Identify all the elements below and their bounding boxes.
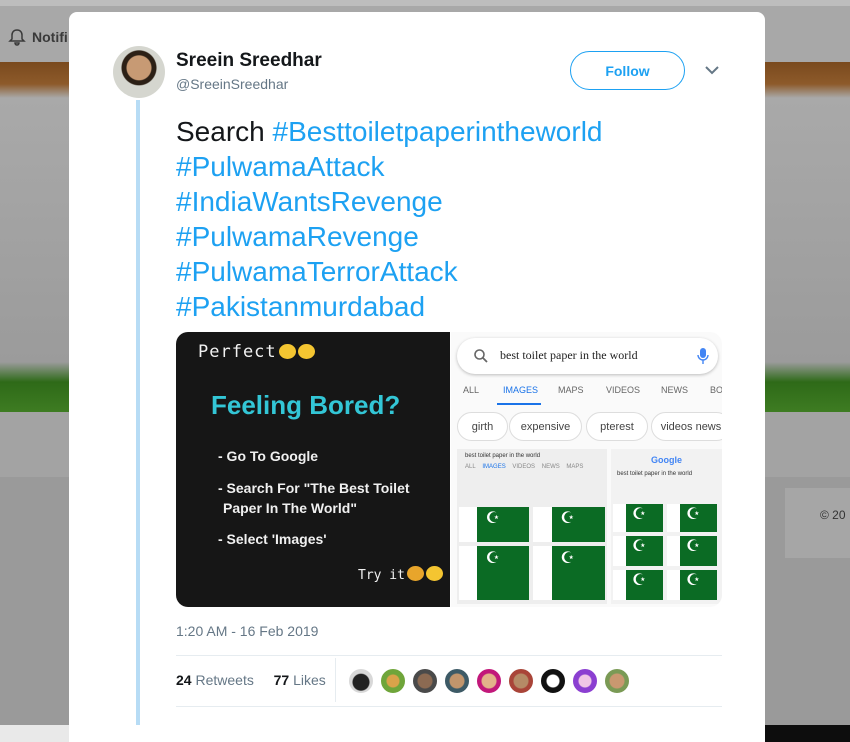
- hashtag-link[interactable]: #PulwamaTerrorAttack: [176, 254, 736, 289]
- google-result-thumbnail: best toilet paper in the world ALL IMAGE…: [457, 449, 607, 604]
- tweet-text: Search #Besttoiletpaperintheworld #Pulwa…: [176, 114, 736, 324]
- laughing-emoji-icon: [425, 566, 443, 581]
- mini-tabs: ALL IMAGES VIDEOS NEWS MAPS: [465, 464, 583, 470]
- tweet-image-meme[interactable]: Perfect Feeling Bored? - Go To Google - …: [176, 332, 450, 607]
- meme-try-it: Try it: [358, 566, 443, 583]
- meme-bullet: - Go To Google: [218, 448, 319, 464]
- hashtag-link[interactable]: #PulwamaAttack: [176, 149, 736, 184]
- flag-image: [613, 570, 663, 600]
- liker-avatars: [348, 668, 630, 694]
- chevron-down-icon[interactable]: [704, 62, 720, 78]
- stats-separator: [335, 658, 336, 702]
- tweet-image-google-screenshot[interactable]: best toilet paper in the world ALL IMAGE…: [451, 332, 722, 607]
- liker-avatar[interactable]: [412, 668, 438, 694]
- liker-avatar[interactable]: [380, 668, 406, 694]
- likes-label: Likes: [293, 672, 326, 688]
- meme-perfect-label: Perfect: [198, 342, 277, 362]
- google-tab: IMAGES: [503, 385, 539, 395]
- meme-bullet: Paper In The World": [223, 500, 357, 516]
- flag-image: [533, 546, 605, 600]
- meme-heading: Feeling Bored?: [211, 390, 401, 420]
- google-tab: BO: [710, 385, 722, 395]
- bell-icon: [8, 29, 26, 46]
- tweet-timestamp[interactable]: 1:20 AM - 16 Feb 2019: [176, 623, 318, 639]
- google-tab-underline: [497, 403, 541, 405]
- hashtag-link[interactable]: #Besttoiletpaperintheworld: [273, 116, 603, 147]
- mini-tab: IMAGES: [482, 464, 506, 470]
- flag-image: [459, 507, 529, 542]
- meme-perfect-text: Perfect: [198, 342, 315, 362]
- google-chip: girth: [457, 412, 508, 441]
- meme-bullet: - Search For "The Best Toilet: [218, 480, 410, 496]
- tweet-text-prefix: Search: [176, 116, 265, 147]
- mini-search-query: best toilet paper in the world: [617, 471, 693, 477]
- liker-avatar[interactable]: [348, 668, 374, 694]
- liker-avatar[interactable]: [476, 668, 502, 694]
- likes-stat[interactable]: 77 Likes: [274, 672, 326, 688]
- google-chip: pterest: [586, 412, 648, 441]
- google-tab: ALL: [463, 385, 480, 395]
- google-tab: MAPS: [558, 385, 584, 395]
- mini-tab: ALL: [465, 464, 476, 470]
- liker-avatar[interactable]: [572, 668, 598, 694]
- background-copyright: © 20: [820, 508, 846, 522]
- google-chip: expensive: [509, 412, 582, 441]
- follow-button[interactable]: Follow: [570, 51, 685, 90]
- mini-tab: MAPS: [566, 464, 584, 470]
- flag-image: [459, 546, 529, 600]
- google-result-thumbnail: Google best toilet paper in the world: [611, 449, 722, 604]
- flag-image: [667, 536, 717, 566]
- retweets-label: Retweets: [195, 672, 254, 688]
- google-tabs: ALL IMAGES MAPS VIDEOS NEWS BO: [451, 383, 722, 405]
- hashtag-link[interactable]: #IndiaWantsRevenge: [176, 184, 736, 219]
- liker-avatar[interactable]: [540, 668, 566, 694]
- author-handle[interactable]: @SreeinSreedhar: [176, 76, 288, 92]
- divider: [176, 706, 722, 707]
- google-tab: NEWS: [661, 385, 688, 395]
- mini-tab: NEWS: [541, 464, 560, 470]
- flag-image: [667, 504, 717, 532]
- laughing-emoji-icon: [278, 344, 296, 359]
- divider: [176, 655, 722, 656]
- avatar[interactable]: [113, 46, 165, 98]
- google-tab: VIDEOS: [606, 385, 641, 395]
- search-icon: [474, 349, 488, 363]
- likes-count: 77: [273, 672, 290, 688]
- microphone-icon: [697, 348, 709, 364]
- thread-line: [136, 100, 140, 725]
- mini-search-query: best toilet paper in the world: [465, 453, 541, 459]
- hashtag-link[interactable]: #Pakistanmurdabad: [176, 289, 736, 324]
- liker-avatar[interactable]: [604, 668, 630, 694]
- tweet-stats: 24 Retweets 77 Likes: [176, 672, 326, 688]
- mini-tab: VIDEOS: [512, 464, 536, 470]
- background-notifications-tab: Notifi: [8, 28, 68, 46]
- flag-image: [613, 504, 663, 532]
- liker-avatar[interactable]: [508, 668, 534, 694]
- flag-image: [667, 570, 717, 600]
- google-logo: Google: [651, 455, 682, 465]
- flag-image: [533, 507, 605, 542]
- meme-bullet: - Select 'Images': [218, 531, 327, 547]
- hashtag-link[interactable]: #PulwamaRevenge: [176, 219, 736, 254]
- wink-emoji-icon: [406, 566, 424, 581]
- retweets-count: 24: [176, 672, 192, 688]
- google-search-query: best toilet paper in the world: [500, 348, 638, 362]
- try-it-label: Try it: [358, 568, 405, 583]
- retweets-stat[interactable]: 24 Retweets: [176, 672, 254, 688]
- background-side-card: [785, 488, 850, 558]
- notifications-label: Notifi: [32, 29, 68, 45]
- google-chip: videos news: [651, 412, 722, 441]
- author-name[interactable]: Sreein Sreedhar: [176, 50, 322, 72]
- liker-avatar[interactable]: [444, 668, 470, 694]
- flag-image: [613, 536, 663, 566]
- laughing-emoji-icon: [297, 344, 315, 359]
